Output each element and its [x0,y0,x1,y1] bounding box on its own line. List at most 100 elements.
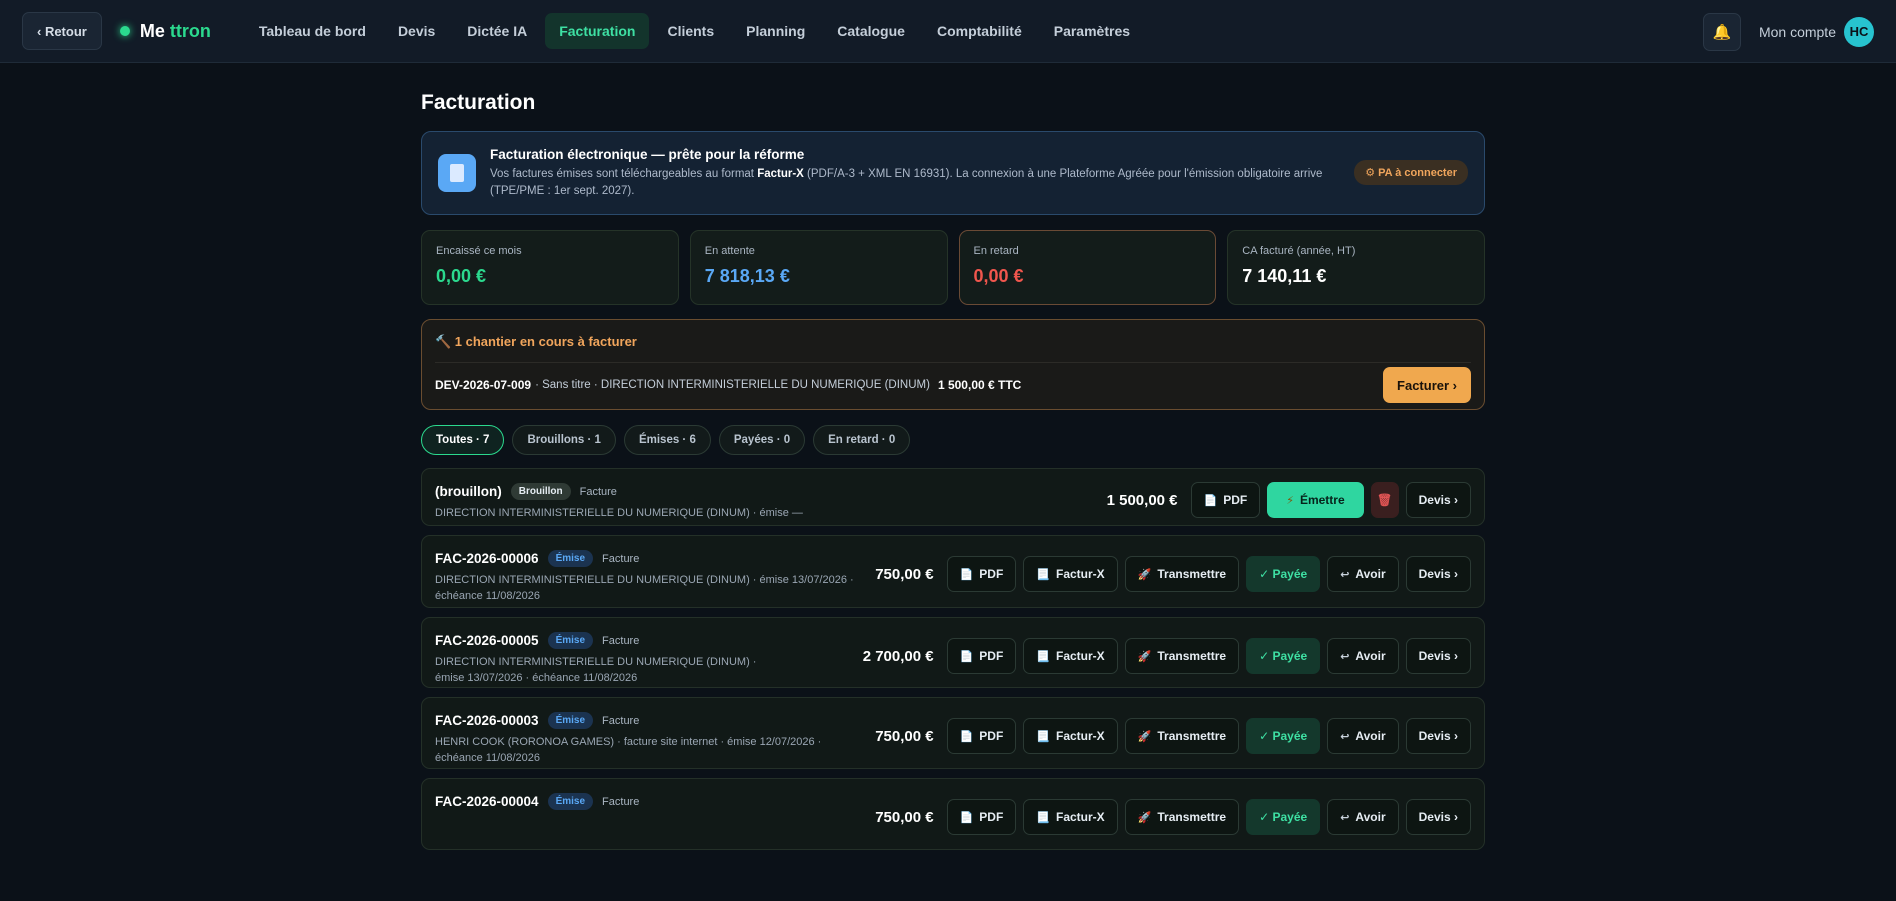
top-bar: ‹ Retour Me ttron Tableau de bord Devis … [0,0,1896,63]
payee-button[interactable]: ✓ Payée [1246,556,1321,592]
brand-logo[interactable]: Me ttron [119,20,211,42]
payee-button[interactable]: ✓ Payée [1246,638,1321,674]
transmettre-button[interactable]: 🚀 Transmettre [1124,556,1240,592]
send-icon: 🚀 [1137,730,1152,743]
facturx-button[interactable]: 📃 Factur-X [1023,799,1118,835]
document-icon [438,154,476,192]
nav-tableau-de-bord[interactable]: Tableau de bord [245,13,380,49]
devis-button[interactable]: Devis › [1405,482,1471,518]
main-content: Facturation Facturation électronique — p… [421,63,1485,850]
invoice-row[interactable]: FAC-2026-00005 Émise Facture DIRECTION I… [421,617,1485,688]
stat-value: 0,00 € [973,266,1024,286]
return-arrow-icon: ↩ [1340,568,1350,581]
brand-part2: ttron [169,20,211,41]
invoice-row[interactable]: FAC-2026-00003 Émise Facture HENRI COOK … [421,697,1485,769]
brand-part1: Me [139,20,165,41]
stat-label: CA facturé (année, HT) [1242,245,1356,257]
pdf-button[interactable]: 📄 PDF [1190,482,1261,518]
devis-button[interactable]: Devis › [1405,556,1471,592]
avatar[interactable]: HC [1844,16,1874,47]
stat-label: Encaissé ce mois [436,245,522,257]
efacturation-text: Vos factures émises sont téléchargeables… [490,167,1323,197]
pa-status-badge[interactable]: ⚙ PA à connecter [1354,160,1468,185]
stat-encaisse: Encaissé ce mois 0,00 € [421,230,679,305]
document-icon: 📄 [959,811,974,824]
invoice-amount: 2 700,00 € [862,647,934,665]
account-link[interactable]: Mon compte [1759,24,1836,40]
payee-button[interactable]: ✓ Payée [1246,718,1321,754]
nav-comptabilite[interactable]: Comptabilité [923,13,1036,49]
payee-button[interactable]: ✓ Payée [1246,799,1321,835]
chantier-ref: DEV-2026-07-009 [435,378,532,392]
stat-label: En retard [973,245,1019,257]
chantier-amount: 1 500,00 € TTC [937,378,1022,392]
nav-clients[interactable]: Clients [653,13,728,49]
top-right-area: 🔔 Mon compte HC [1702,0,1874,63]
chantier-to-invoice-panel: 🔨 1 chantier en cours à facturer DEV-202… [421,319,1485,410]
send-icon: 🚀 [1137,811,1152,824]
transmettre-button[interactable]: 🚀 Transmettre [1124,638,1240,674]
document-icon: 📄 [959,650,974,663]
invoice-filters: Toutes · 7 Brouillons · 1 Émises · 6 Pay… [421,425,1485,455]
invoice-details: DIRECTION INTERMINISTERIELLE DU NUMERIQU… [435,574,854,602]
file-icon: 📃 [1036,650,1050,663]
stat-value: 0,00 € [436,266,487,286]
send-icon: 🚀 [1137,568,1152,581]
invoice-ref: FAC-2026-00006 [435,551,539,566]
avoir-button[interactable]: ↩ Avoir [1327,556,1399,592]
nav-facturation[interactable]: Facturation [545,13,650,49]
pdf-button[interactable]: 📄 PDF [946,799,1017,835]
back-button[interactable]: ‹ Retour [22,12,102,50]
nav-devis[interactable]: Devis [384,13,449,49]
return-arrow-icon: ↩ [1340,811,1350,824]
stat-en-attente: En attente 7 818,13 € [689,230,948,305]
facturx-button[interactable]: 📃 Factur-X [1023,718,1118,754]
invoice-ref: FAC-2026-00005 [435,633,539,648]
file-icon: 📃 [1036,811,1050,824]
document-icon: 📄 [959,730,974,743]
nav-catalogue[interactable]: Catalogue [823,13,919,49]
status-badge: Émise [547,550,594,567]
delete-icon[interactable]: 🗑 [1370,482,1399,518]
devis-button[interactable]: Devis › [1405,718,1471,754]
invoice-kind: Facture [579,485,617,498]
filter-en-retard[interactable]: En retard · 0 [813,425,911,455]
invoice-row[interactable]: FAC-2026-00006 Émise Facture DIRECTION I… [421,535,1485,608]
filter-payees[interactable]: Payées · 0 [718,425,806,455]
invoice-row[interactable]: FAC-2026-00004 Émise Facture 750,00 € 📄 P… [421,778,1485,850]
devis-button[interactable]: Devis › [1405,638,1471,674]
invoice-kind: Facture [602,634,640,647]
chantier-row: DEV-2026-07-009 · Sans titre · DIRECTION… [435,367,1471,403]
status-badge: Émise [547,712,594,729]
nav-planning[interactable]: Planning [732,13,819,49]
avoir-button[interactable]: ↩ Avoir [1327,718,1399,754]
pdf-button[interactable]: 📄 PDF [946,556,1017,592]
nav-dictee-ia[interactable]: Dictée IA [453,13,541,49]
document-icon: 📄 [1203,494,1218,507]
efacturation-title: Facturation électronique — prête pour la… [490,146,805,162]
invoice-ref: (brouillon) [435,484,502,499]
invoice-details: HENRI COOK (RORONOA GAMES) · facture sit… [435,736,822,764]
facturx-button[interactable]: 📃 Factur-X [1023,556,1118,592]
emettre-button[interactable]: ⚡ Émettre [1267,482,1364,518]
filter-brouillons[interactable]: Brouillons · 1 [512,425,616,455]
filter-emises[interactable]: Émises · 6 [623,425,711,455]
avoir-button[interactable]: ↩ Avoir [1327,799,1399,835]
pdf-button[interactable]: 📄 PDF [946,718,1017,754]
file-icon: 📃 [1036,730,1050,743]
status-badge: Brouillon [510,483,571,500]
transmettre-button[interactable]: 🚀 Transmettre [1124,718,1240,754]
transmettre-button[interactable]: 🚀 Transmettre [1124,799,1240,835]
invoice-amount: 750,00 € [875,727,934,745]
notifications-bell-icon[interactable]: 🔔 [1702,12,1741,51]
return-arrow-icon: ↩ [1340,650,1350,663]
avoir-button[interactable]: ↩ Avoir [1327,638,1399,674]
filter-toutes[interactable]: Toutes · 7 [421,425,505,455]
facturer-button[interactable]: Facturer › [1383,367,1471,403]
facturx-button[interactable]: 📃 Factur-X [1023,638,1118,674]
invoice-row[interactable]: (brouillon) Brouillon Facture DIRECTION … [421,468,1485,526]
pdf-button[interactable]: 📄 PDF [946,638,1017,674]
nav-parametres[interactable]: Paramètres [1040,13,1144,49]
devis-button[interactable]: Devis › [1405,799,1471,835]
efacturation-banner: Facturation électronique — prête pour la… [421,131,1485,215]
